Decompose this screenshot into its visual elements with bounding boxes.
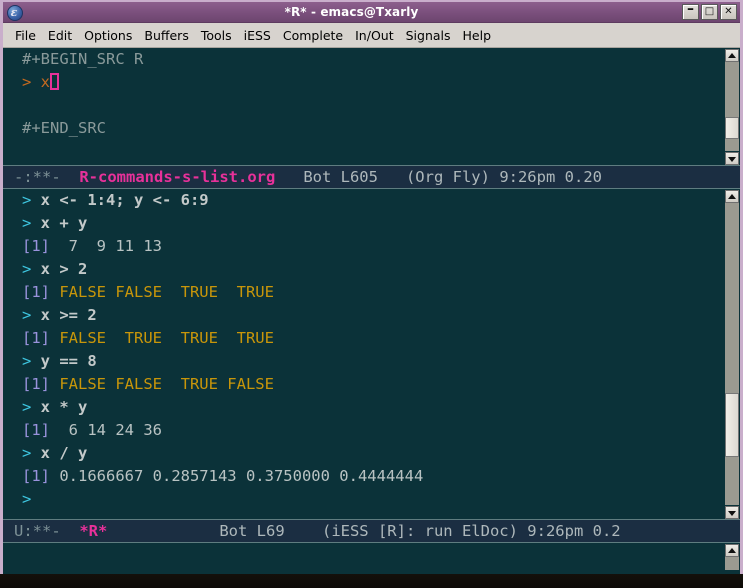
org-line-prompt: > x	[22, 71, 723, 94]
menu-item-inout[interactable]: In/Out	[349, 26, 399, 45]
org-line-blank-2	[22, 140, 723, 163]
repl-scroll-trough[interactable]	[725, 203, 739, 505]
repl-scroll-down-arrow[interactable]	[725, 506, 739, 519]
org-mode-line-buffer: R-commands-s-list.org	[79, 168, 276, 186]
repl-mode-line: U:**- *R* Bot L69 (iESS [R]: run ElDoc) …	[3, 519, 740, 543]
org-scroll-trough[interactable]	[725, 62, 739, 151]
window-controls: – □ ✕	[682, 1, 740, 20]
repl-line-output: [1] 0.1666667 0.2857143 0.3750000 0.4444…	[22, 467, 424, 485]
org-prompt-text: x	[31, 73, 51, 91]
repl-line-output: [1] FALSE FALSE TRUE FALSE	[22, 375, 274, 393]
menu-item-tools[interactable]: Tools	[195, 26, 238, 45]
window-title: *R* - emacs@Txarly	[284, 5, 419, 19]
org-mode-line-major-mode: (Org Fly)	[405, 168, 490, 186]
org-buffer-text[interactable]: #+BEGIN_SRC R > x #+END_SRC	[3, 48, 723, 165]
org-mode-line-time: 9:26pm	[499, 168, 556, 186]
repl-buffer-window: > x <- 1:4; y <- 6:9 > x + y [1] 7 9 11 …	[3, 189, 740, 519]
desktop: ε *R* - emacs@Txarly – □ ✕ File Edit Opt…	[0, 0, 743, 588]
minibuffer-window	[3, 543, 740, 570]
repl-scrollbar[interactable]	[723, 189, 740, 519]
minibuffer-scroll-up-arrow[interactable]	[725, 544, 739, 557]
close-button[interactable]: ✕	[720, 4, 737, 20]
minimize-icon: –	[687, 1, 694, 17]
maximize-button[interactable]: □	[701, 4, 718, 20]
repl-line-input: > y == 8	[22, 352, 97, 370]
menu-item-options[interactable]: Options	[78, 26, 138, 45]
org-line-blank-1	[22, 94, 723, 117]
repl-mode-line-major-mode: (iESS [R]: run ElDoc)	[321, 522, 518, 540]
minibuffer-scroll-trough[interactable]	[725, 557, 739, 570]
org-mode-line-load: 0.20	[564, 168, 602, 186]
menu-item-edit[interactable]: Edit	[42, 26, 78, 45]
emacs-frame: #+BEGIN_SRC R > x #+END_SRC -:**- R-comm…	[3, 48, 740, 574]
repl-line-input: > x / y	[22, 444, 88, 462]
repl-line-output: [1] 6 14 24 36	[22, 421, 162, 439]
emacs-icon: ε	[5, 4, 23, 21]
emacs-icon-glyph: ε	[10, 5, 18, 19]
org-line-end-src: #+END_SRC	[22, 119, 106, 137]
close-icon: ✕	[724, 6, 733, 17]
minibuffer-scrollbar[interactable]	[723, 543, 740, 570]
repl-line-input: > x > 2	[22, 260, 88, 278]
menu-bar: File Edit Options Buffers Tools iESS Com…	[3, 23, 740, 48]
menu-item-file[interactable]: File	[9, 26, 42, 45]
repl-buffer-text[interactable]: > x <- 1:4; y <- 6:9 > x + y [1] 7 9 11 …	[3, 189, 723, 519]
menu-item-complete[interactable]: Complete	[277, 26, 349, 45]
repl-line-output: [1] FALSE TRUE TRUE TRUE	[22, 329, 274, 347]
org-prompt-marker: >	[22, 73, 32, 91]
repl-mode-line-flags: U:**-	[14, 522, 61, 540]
repl-scroll-thumb[interactable]	[725, 393, 739, 457]
menu-item-iess[interactable]: iESS	[238, 26, 277, 45]
repl-line-input: > x * y	[22, 398, 88, 416]
repl-mode-line-buffer: *R*	[79, 522, 108, 540]
menu-item-signals[interactable]: Signals	[400, 26, 457, 45]
repl-line-input: > x >= 2	[22, 306, 97, 324]
repl-line-output: [1] FALSE FALSE TRUE TRUE	[22, 283, 274, 301]
org-mode-line-position: Bot L605	[303, 168, 378, 186]
minimize-button[interactable]: –	[682, 1, 699, 20]
text-cursor	[50, 73, 60, 90]
repl-mode-line-position: Bot L69	[219, 522, 285, 540]
repl-mode-line-time: 9:26pm	[527, 522, 584, 540]
title-bar[interactable]: ε *R* - emacs@Txarly – □ ✕	[3, 2, 740, 23]
repl-scroll-up-arrow[interactable]	[725, 190, 739, 203]
org-buffer-window: #+BEGIN_SRC R > x #+END_SRC	[3, 48, 740, 165]
repl-line-output: [1] 7 9 11 13	[22, 237, 162, 255]
repl-line-input: > x <- 1:4; y <- 6:9	[22, 191, 209, 209]
org-mode-line-flags: -:**-	[14, 168, 61, 186]
org-scroll-up-arrow[interactable]	[725, 49, 739, 62]
org-scroll-down-arrow[interactable]	[725, 152, 739, 165]
maximize-icon: □	[704, 6, 715, 17]
org-mode-line: -:**- R-commands-s-list.org Bot L605 (Or…	[3, 165, 740, 189]
minibuffer-text[interactable]	[3, 543, 723, 570]
menu-item-buffers[interactable]: Buffers	[138, 26, 194, 45]
repl-line-active-prompt: >	[22, 490, 41, 508]
repl-mode-line-load: 0.2	[592, 522, 621, 540]
org-scrollbar[interactable]	[723, 48, 740, 165]
menu-item-help[interactable]: Help	[457, 26, 498, 45]
org-line-begin-src: #+BEGIN_SRC R	[22, 50, 144, 68]
org-scroll-thumb[interactable]	[725, 117, 739, 140]
emacs-window: ε *R* - emacs@Txarly – □ ✕ File Edit Opt…	[0, 0, 743, 574]
repl-line-input: > x + y	[22, 214, 88, 232]
